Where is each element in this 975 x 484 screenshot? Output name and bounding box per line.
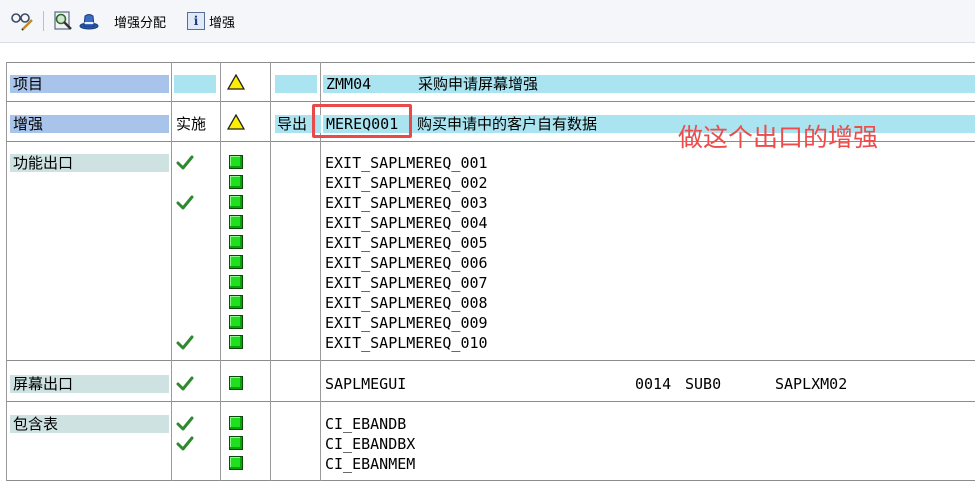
row-divider <box>6 360 975 361</box>
display-change-button[interactable] <box>10 10 34 32</box>
column-divider <box>270 62 271 481</box>
project-description: 采购申请屏幕增强 <box>418 75 539 93</box>
warning-triangle-icon <box>227 74 245 90</box>
include-table-item[interactable]: CI_EBANDBX <box>323 435 625 453</box>
row-divider <box>6 101 975 102</box>
project-export-cell <box>275 75 317 93</box>
hat-icon <box>79 14 99 30</box>
magnifier-document-icon <box>54 11 72 30</box>
project-name: ZMM04 <box>326 75 372 93</box>
project-field[interactable]: ZMM04 采购申请屏幕增强 <box>323 75 975 93</box>
row-divider <box>6 62 975 63</box>
column-divider <box>6 62 7 481</box>
checkmark-icon <box>176 436 194 451</box>
checkmark-icon <box>176 195 194 210</box>
function-exit-item[interactable]: EXIT_SAPLMEREQ_008 <box>323 294 625 312</box>
toolbar-separator <box>43 11 44 31</box>
status-green-icon <box>229 456 243 470</box>
screen-exit-program[interactable]: SAPLMEGUI <box>323 375 630 393</box>
status-green-icon <box>229 255 243 269</box>
function-exit-item[interactable]: EXIT_SAPLMEREQ_010 <box>323 334 625 352</box>
function-exit-item[interactable]: EXIT_SAPLMEREQ_001 <box>323 154 625 172</box>
info-icon: i <box>187 12 205 30</box>
function-exit-item[interactable]: EXIT_SAPLMEREQ_006 <box>323 254 625 272</box>
status-green-icon <box>229 315 243 329</box>
screen-exit-number[interactable]: 0014 <box>633 375 680 393</box>
function-exits-label: 功能出口 <box>10 154 169 172</box>
enhancement-assignment-label: 增强分配 <box>114 15 167 31</box>
hat-button[interactable] <box>78 10 100 32</box>
application-toolbar: 增强分配 i 增强 <box>0 0 975 43</box>
display-object-button[interactable] <box>52 10 74 32</box>
status-green-icon <box>229 155 243 169</box>
status-green-icon <box>229 436 243 450</box>
status-green-icon <box>229 235 243 249</box>
glasses-pencil-icon <box>11 13 33 31</box>
include-tables-label: 包含表 <box>10 415 169 433</box>
enhancement-label: 增强 <box>10 115 169 133</box>
function-exit-item[interactable]: EXIT_SAPLMEREQ_003 <box>323 194 625 212</box>
warning-triangle-icon <box>227 114 245 130</box>
column-divider <box>220 62 221 481</box>
screen-exits-label: 屏幕出口 <box>10 375 169 393</box>
row-divider <box>6 401 975 402</box>
status-green-icon <box>229 195 243 209</box>
project-label: 项目 <box>10 75 169 93</box>
function-exit-item[interactable]: EXIT_SAPLMEREQ_004 <box>323 214 625 232</box>
checkmark-icon <box>176 155 194 170</box>
enhancement-info-button[interactable]: i 增强 <box>187 10 235 32</box>
screen-exit-area[interactable]: SUB0 <box>683 375 765 393</box>
include-table-item[interactable]: CI_EBANDB <box>323 415 625 433</box>
column-divider <box>171 62 172 481</box>
project-impl-cell <box>174 75 216 93</box>
implementation-label: 实施 <box>176 115 207 133</box>
annotation-text: 做这个出口的增强 <box>678 123 879 152</box>
enhancement-description: 购买申请中的客户自有数据 <box>417 115 598 133</box>
highlight-box <box>312 104 412 138</box>
enhancement-info-label: 增强 <box>209 15 236 31</box>
status-green-icon <box>229 416 243 430</box>
include-table-item[interactable]: CI_EBANMEM <box>323 455 625 473</box>
screen-exit-called-program[interactable]: SAPLXM02 <box>773 375 975 393</box>
status-green-icon <box>229 335 243 349</box>
status-green-icon <box>229 275 243 289</box>
status-green-icon <box>229 376 243 390</box>
status-green-icon <box>229 295 243 309</box>
function-exit-item[interactable]: EXIT_SAPLMEREQ_002 <box>323 174 625 192</box>
checkmark-icon <box>176 376 194 391</box>
status-green-icon <box>229 175 243 189</box>
status-green-icon <box>229 215 243 229</box>
function-exit-item[interactable]: EXIT_SAPLMEREQ_007 <box>323 274 625 292</box>
function-exit-item[interactable]: EXIT_SAPLMEREQ_005 <box>323 234 625 252</box>
checkmark-icon <box>176 335 194 350</box>
function-exit-item[interactable]: EXIT_SAPLMEREQ_009 <box>323 314 625 332</box>
checkmark-icon <box>176 416 194 431</box>
enhancement-assignment-button[interactable]: 增强分配 <box>114 10 166 32</box>
row-divider <box>6 480 975 481</box>
